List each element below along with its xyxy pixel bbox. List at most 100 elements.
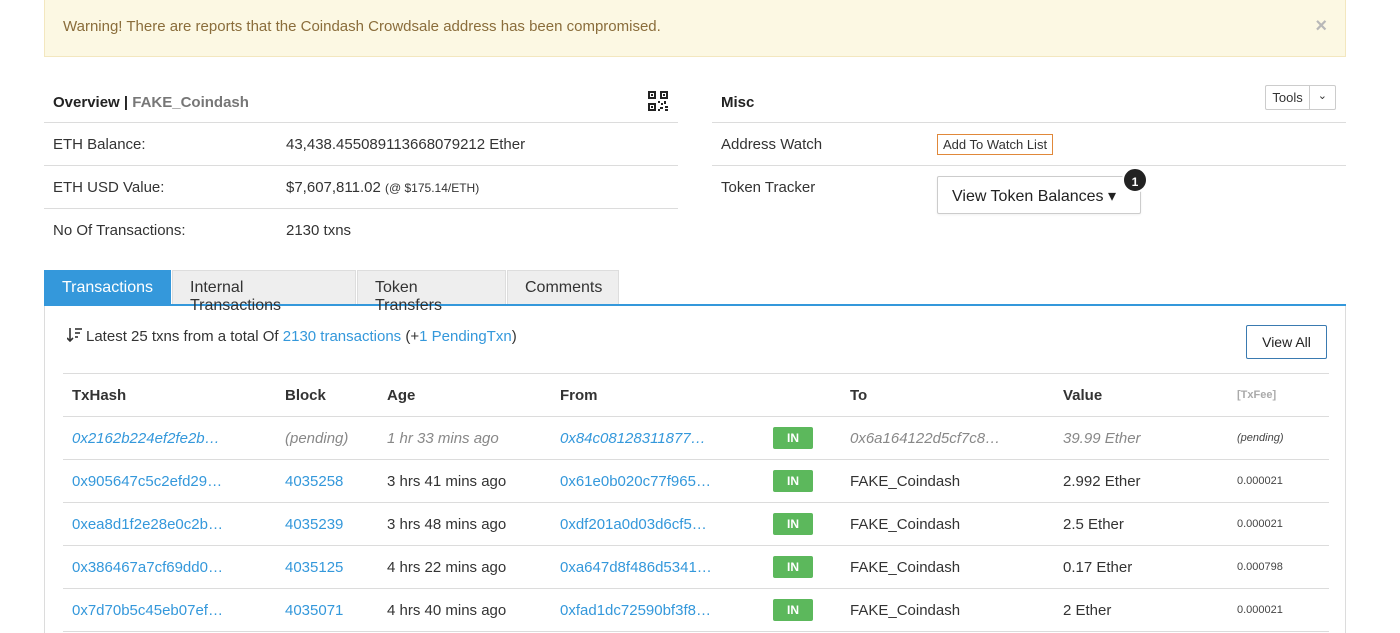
direction-badge: IN bbox=[773, 513, 813, 535]
txn-summary: Latest 25 txns from a total Of 2130 tran… bbox=[67, 328, 517, 345]
value-cell: 39.99 Ether bbox=[1054, 416, 1228, 460]
misc-header: Misc Tools ⌄ bbox=[712, 80, 1346, 123]
value-cell: 2.5 Ether bbox=[1054, 502, 1228, 546]
txfee-cell: 0.000021 bbox=[1228, 459, 1329, 503]
col-age: Age bbox=[378, 373, 551, 417]
tx-hash-link[interactable]: 0xea8d1f2e28e0c2b… bbox=[72, 516, 223, 533]
eth-usd-value-group: $7,607,811.02 (@ $175.14/ETH) bbox=[286, 179, 479, 196]
transactions-table: TxHash Block Age From To Value [TxFee] 0… bbox=[63, 373, 1329, 632]
tab-token-transfers[interactable]: Token Transfers bbox=[357, 270, 506, 314]
table-row: 0x2162b224ef2fe2b… (pending) 1 hr 33 min… bbox=[63, 416, 1329, 460]
summary-suffix: ) bbox=[511, 328, 517, 345]
misc-panel: Misc Tools ⌄ Address Watch Add To Watch … bbox=[712, 80, 1346, 214]
token-tracker-row: Token Tracker View Token Balances ▾ 1 bbox=[712, 166, 1346, 214]
summary-prefix: Latest 25 txns from a total Of bbox=[86, 328, 279, 345]
token-tracker-label: Token Tracker bbox=[721, 179, 816, 196]
eth-price-note: (@ $175.14/ETH) bbox=[384, 181, 480, 195]
overview-panel: Overview | FAKE_Coindash ETH Balance: 43… bbox=[44, 80, 678, 252]
tx-hash-link[interactable]: 0x7d70b5c45eb07ef… bbox=[72, 602, 223, 619]
age-cell: 3 hrs 48 mins ago bbox=[378, 502, 551, 546]
tools-dropdown-button[interactable]: Tools ⌄ bbox=[1265, 85, 1336, 110]
overview-title: Overview | FAKE_Coindash bbox=[53, 94, 249, 111]
to-address-cell: FAKE_Coindash bbox=[841, 459, 1054, 503]
to-address-cell: FAKE_Coindash bbox=[841, 545, 1054, 589]
col-txhash: TxHash bbox=[63, 373, 276, 417]
table-row: 0x905647c5c2efd29… 4035258 3 hrs 41 mins… bbox=[63, 459, 1329, 503]
direction-badge: IN bbox=[773, 427, 813, 449]
col-block: Block bbox=[276, 373, 378, 417]
tx-hash-link[interactable]: 0x2162b224ef2fe2b… bbox=[72, 430, 220, 447]
warning-alert: Warning! There are reports that the Coin… bbox=[44, 0, 1346, 57]
txn-count-row: No Of Transactions: 2130 txns bbox=[44, 209, 678, 252]
view-token-balances-button[interactable]: View Token Balances ▾ bbox=[937, 176, 1141, 214]
eth-balance-value: 43,438.455089113668079212 Ether bbox=[286, 136, 526, 153]
chevron-down-icon: ⌄ bbox=[1317, 90, 1327, 102]
age-cell: 1 hr 33 mins ago bbox=[378, 416, 551, 460]
close-icon[interactable]: × bbox=[1315, 15, 1327, 38]
tools-label: Tools bbox=[1266, 86, 1310, 109]
table-row: 0xea8d1f2e28e0c2b… 4035239 3 hrs 48 mins… bbox=[63, 502, 1329, 546]
table-header-row: TxHash Block Age From To Value [TxFee] bbox=[63, 373, 1329, 417]
block-link[interactable]: 4035071 bbox=[285, 602, 343, 619]
qr-code-icon[interactable] bbox=[648, 91, 668, 111]
direction-badge: IN bbox=[773, 599, 813, 621]
address-name: FAKE_Coindash bbox=[132, 94, 249, 111]
overview-header: Overview | FAKE_Coindash bbox=[44, 80, 678, 123]
to-address-cell: 0x6a164122d5cf7c8… bbox=[841, 416, 1054, 460]
value-cell: 0.17 Ether bbox=[1054, 545, 1228, 589]
view-all-button[interactable]: View All bbox=[1246, 325, 1327, 359]
to-address-cell: FAKE_Coindash bbox=[841, 502, 1054, 546]
table-row: 0x7d70b5c45eb07ef… 4035071 4 hrs 40 mins… bbox=[63, 588, 1329, 632]
txfee-cell: 0.000021 bbox=[1228, 502, 1329, 546]
eth-usd-value: $7,607,811.02 bbox=[286, 179, 381, 196]
block-link[interactable]: 4035125 bbox=[285, 559, 343, 576]
tab-transactions[interactable]: Transactions bbox=[44, 270, 171, 304]
misc-title: Misc bbox=[721, 94, 755, 111]
from-address-link[interactable]: 0xa647d8f486d5341… bbox=[560, 559, 712, 576]
eth-usd-row: ETH USD Value: $7,607,811.02 (@ $175.14/… bbox=[44, 166, 678, 209]
tab-comments[interactable]: Comments bbox=[507, 270, 619, 304]
col-to: To bbox=[841, 373, 1054, 417]
pending-txn-link[interactable]: 1 PendingTxn bbox=[419, 328, 512, 345]
col-value: Value bbox=[1054, 373, 1228, 417]
eth-balance-row: ETH Balance: 43,438.455089113668079212 E… bbox=[44, 123, 678, 166]
token-count-badge: 1 bbox=[1122, 167, 1148, 193]
age-cell: 4 hrs 40 mins ago bbox=[378, 588, 551, 632]
alert-message: Warning! There are reports that the Coin… bbox=[63, 18, 661, 35]
sort-icon bbox=[67, 328, 82, 342]
eth-usd-label: ETH USD Value: bbox=[53, 179, 165, 196]
tx-hash-link[interactable]: 0x905647c5c2efd29… bbox=[72, 473, 222, 490]
txfee-cell: (pending) bbox=[1228, 416, 1329, 460]
block-cell: (pending) bbox=[276, 416, 378, 460]
overview-label: Overview | bbox=[53, 94, 129, 111]
col-from: From bbox=[551, 373, 764, 417]
txn-count-label: No Of Transactions: bbox=[53, 222, 186, 239]
add-to-watch-list-button[interactable]: Add To Watch List bbox=[937, 134, 1054, 155]
col-txfee: [TxFee] bbox=[1228, 373, 1329, 417]
eth-balance-label: ETH Balance: bbox=[53, 136, 146, 153]
to-address-cell: FAKE_Coindash bbox=[841, 588, 1054, 632]
block-link[interactable]: 4035239 bbox=[285, 516, 343, 533]
tab-bar: Transactions Internal Transactions Token… bbox=[44, 270, 1346, 314]
direction-badge: IN bbox=[773, 470, 813, 492]
age-cell: 4 hrs 22 mins ago bbox=[378, 545, 551, 589]
col-direction bbox=[764, 373, 841, 417]
from-address-link[interactable]: 0x84c08128311877… bbox=[560, 430, 706, 447]
txfee-cell: 0.000798 bbox=[1228, 545, 1329, 589]
table-row: 0x386467a7cf69dd0… 4035125 4 hrs 22 mins… bbox=[63, 545, 1329, 589]
txfee-cell: 0.000021 bbox=[1228, 588, 1329, 632]
address-watch-label: Address Watch bbox=[721, 136, 823, 153]
from-address-link[interactable]: 0xdf201a0d03d6cf5… bbox=[560, 516, 707, 533]
value-cell: 2.992 Ether bbox=[1054, 459, 1228, 503]
block-link[interactable]: 4035258 bbox=[285, 473, 343, 490]
total-transactions-link[interactable]: 2130 transactions bbox=[283, 328, 401, 345]
from-address-link[interactable]: 0xfad1dc72590bf3f8… bbox=[560, 602, 711, 619]
transactions-panel: Latest 25 txns from a total Of 2130 tran… bbox=[44, 306, 1346, 633]
value-cell: 2 Ether bbox=[1054, 588, 1228, 632]
address-watch-row: Address Watch Add To Watch List bbox=[712, 123, 1346, 166]
tab-internal-transactions[interactable]: Internal Transactions bbox=[172, 270, 356, 314]
summary-mid: (+ bbox=[405, 328, 420, 345]
from-address-link[interactable]: 0x61e0b020c77f965… bbox=[560, 473, 711, 490]
tx-hash-link[interactable]: 0x386467a7cf69dd0… bbox=[72, 559, 223, 576]
direction-badge: IN bbox=[773, 556, 813, 578]
